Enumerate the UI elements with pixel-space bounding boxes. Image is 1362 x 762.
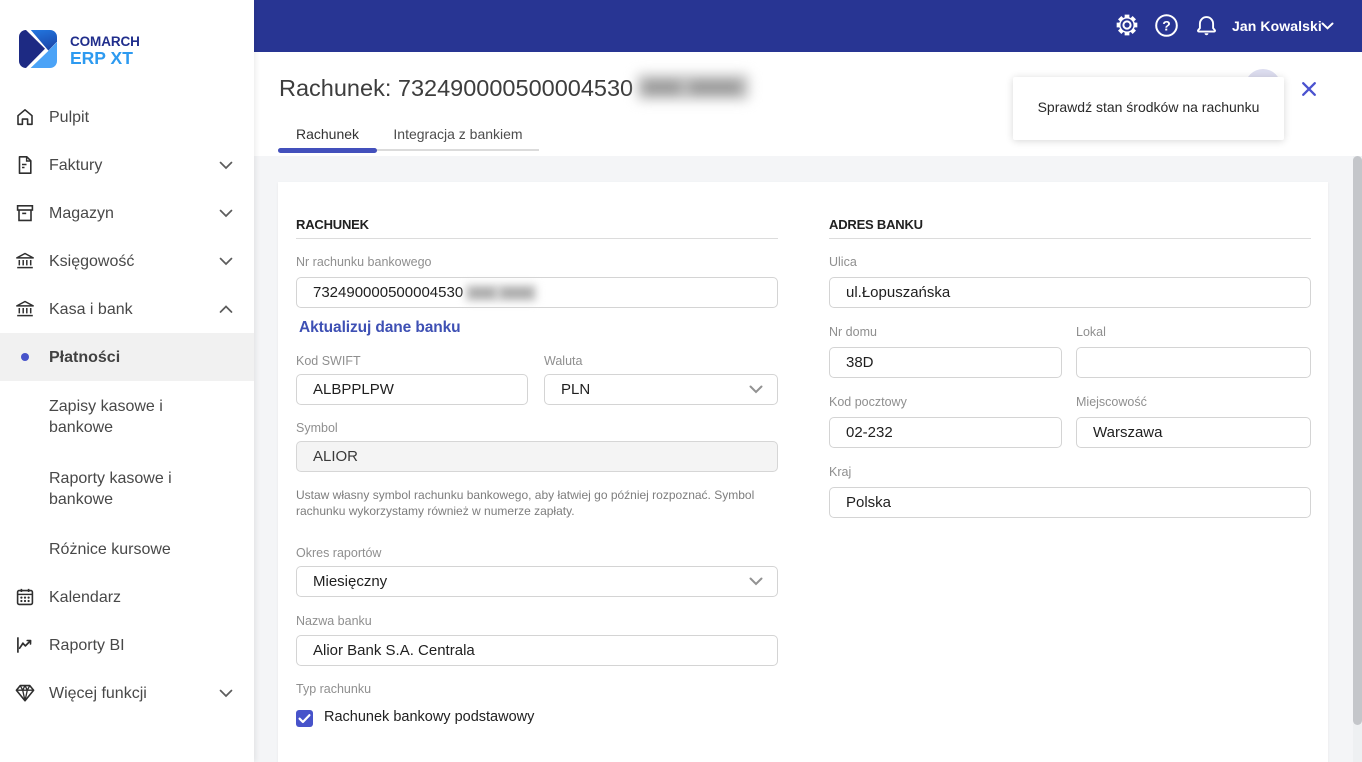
svg-text:?: ? <box>1162 18 1171 34</box>
